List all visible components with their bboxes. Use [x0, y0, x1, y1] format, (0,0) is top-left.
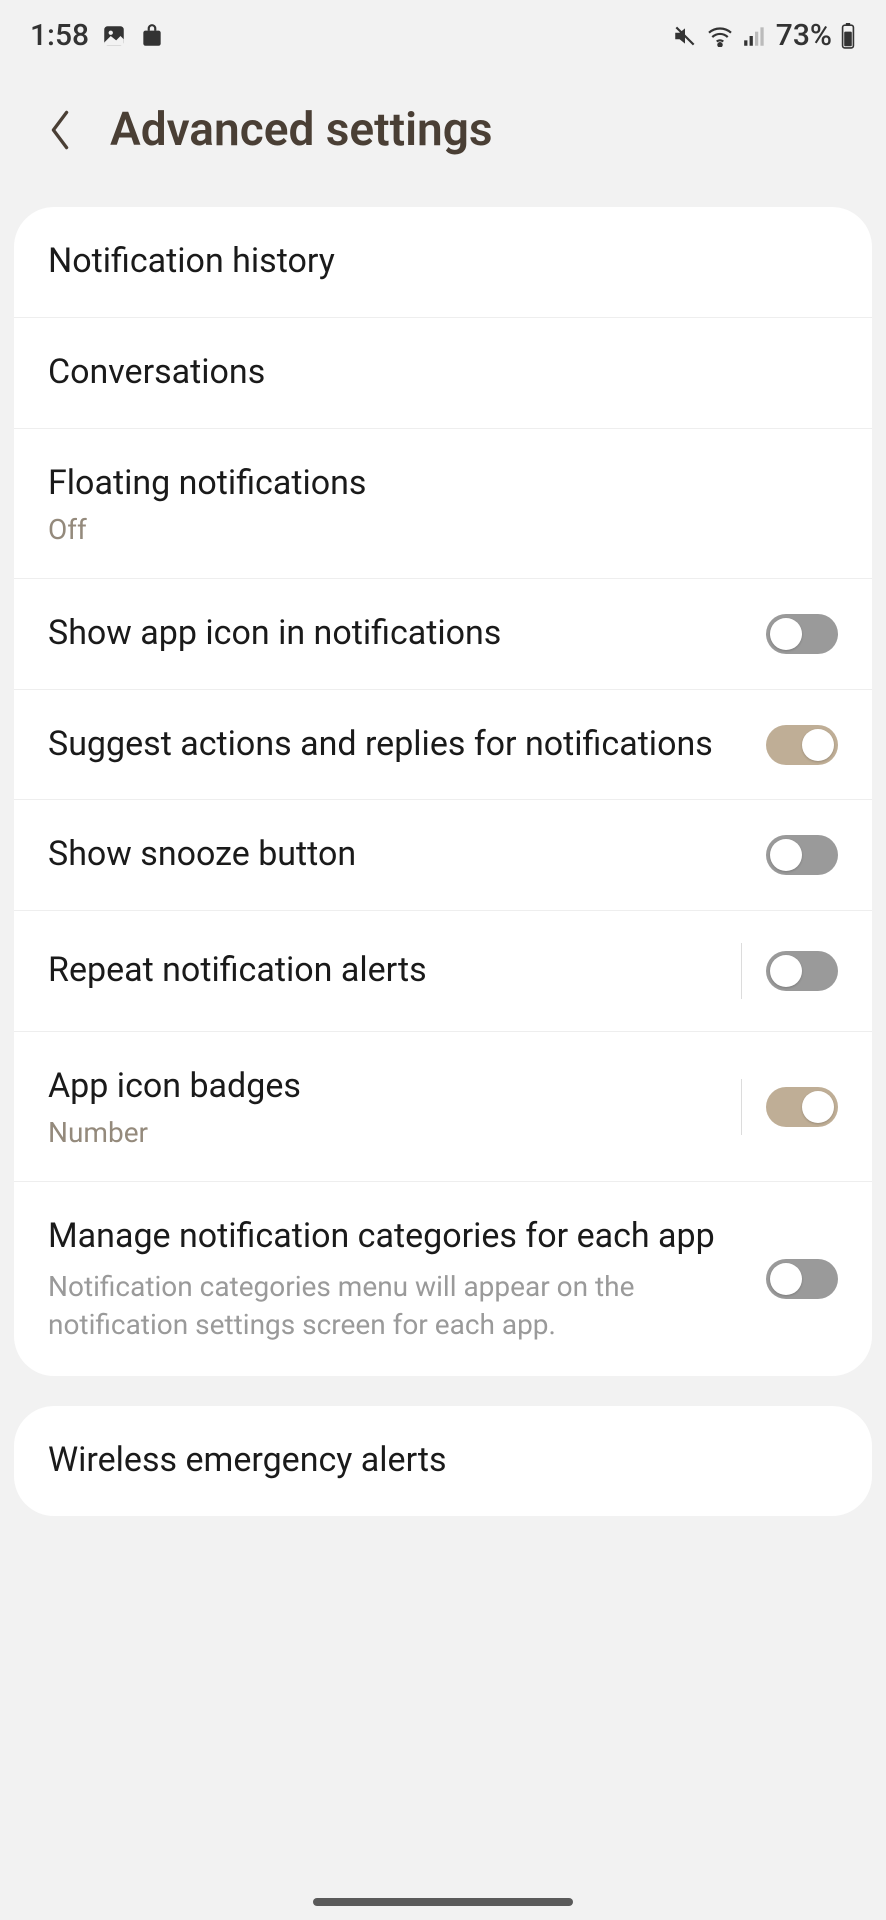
app-icon-badges-label: App icon badges: [48, 1064, 721, 1110]
wireless-emergency-label: Wireless emergency alerts: [48, 1438, 818, 1484]
row-app-icon-badges[interactable]: App icon badges Number: [14, 1032, 872, 1182]
chevron-left-icon: [46, 108, 74, 152]
row-show-app-icon[interactable]: Show app icon in notifications: [14, 579, 872, 690]
manage-categories-desc: Notification categories menu will appear…: [48, 1268, 746, 1344]
row-wireless-emergency[interactable]: Wireless emergency alerts: [14, 1406, 872, 1516]
row-suggest-actions[interactable]: Suggest actions and replies for notifica…: [14, 690, 872, 801]
battery-icon: [840, 23, 856, 49]
status-battery-text: 73%: [776, 18, 832, 53]
status-time: 1:58: [30, 18, 89, 53]
app-icon-badges-toggle[interactable]: [766, 1087, 838, 1127]
suggest-actions-toggle[interactable]: [766, 725, 838, 765]
divider: [741, 1079, 742, 1135]
manage-categories-label: Manage notification categories for each …: [48, 1214, 746, 1260]
bag-icon: [139, 23, 165, 49]
status-left: 1:58: [30, 18, 165, 53]
signal-icon: [742, 25, 768, 47]
repeat-alerts-label: Repeat notification alerts: [48, 948, 721, 994]
status-bar: 1:58 73%: [0, 0, 886, 63]
mute-vibrate-icon: [672, 23, 698, 49]
floating-notifications-label: Floating notifications: [48, 461, 818, 507]
row-conversations[interactable]: Conversations: [14, 318, 872, 429]
row-floating-notifications[interactable]: Floating notifications Off: [14, 429, 872, 579]
wifi-icon: [706, 25, 734, 47]
show-snooze-toggle[interactable]: [766, 835, 838, 875]
row-notification-history[interactable]: Notification history: [14, 207, 872, 318]
suggest-actions-label: Suggest actions and replies for notifica…: [48, 722, 746, 768]
row-repeat-alerts[interactable]: Repeat notification alerts: [14, 911, 872, 1032]
back-button[interactable]: [40, 110, 80, 150]
show-app-icon-label: Show app icon in notifications: [48, 611, 746, 657]
navigation-handle[interactable]: [313, 1898, 573, 1906]
row-manage-categories[interactable]: Manage notification categories for each …: [14, 1182, 872, 1375]
conversations-label: Conversations: [48, 350, 818, 396]
settings-card-main: Notification history Conversations Float…: [14, 207, 872, 1376]
show-app-icon-toggle[interactable]: [766, 614, 838, 654]
divider: [741, 943, 742, 999]
row-show-snooze[interactable]: Show snooze button: [14, 800, 872, 911]
repeat-alerts-toggle[interactable]: [766, 951, 838, 991]
page-title: Advanced settings: [110, 103, 493, 157]
settings-card-emergency: Wireless emergency alerts: [14, 1406, 872, 1516]
app-icon-badges-sub: Number: [48, 1116, 721, 1149]
show-snooze-label: Show snooze button: [48, 832, 746, 878]
page-header: Advanced settings: [0, 63, 886, 207]
manage-categories-toggle[interactable]: [766, 1259, 838, 1299]
status-right: 73%: [672, 18, 856, 53]
image-icon: [101, 23, 127, 49]
notification-history-label: Notification history: [48, 239, 818, 285]
floating-notifications-sub: Off: [48, 513, 818, 546]
